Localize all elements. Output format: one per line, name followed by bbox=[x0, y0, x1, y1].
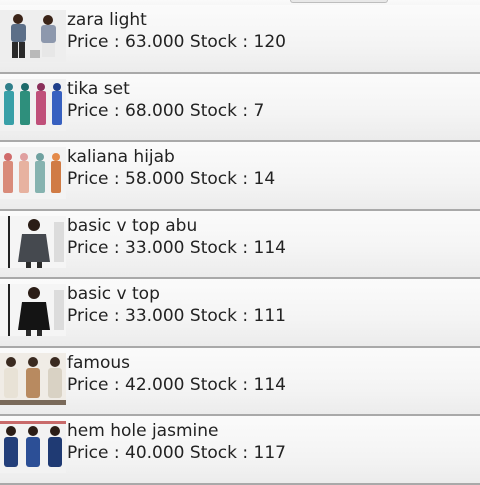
product-row[interactable]: basic v top Price : 33.000 Stock : 111 bbox=[0, 279, 480, 348]
product-row[interactable]: famous Price : 42.000 Stock : 114 bbox=[0, 347, 480, 416]
price-label: Price : bbox=[67, 374, 120, 395]
price-label: Price : bbox=[67, 306, 120, 326]
product-row[interactable]: basic v top abu Price : 33.000 Stock : 1… bbox=[0, 210, 480, 279]
stock-value: 7 bbox=[253, 100, 265, 121]
product-name: hem hole jasmine bbox=[67, 421, 219, 441]
product-details: Price : 63.000 Stock : 120 bbox=[67, 31, 286, 53]
stock-label: Stock : bbox=[189, 374, 249, 395]
price-value: 40.000 bbox=[125, 443, 185, 463]
stock-label: Stock : bbox=[189, 169, 249, 189]
product-thumbnail bbox=[0, 10, 66, 62]
product-row[interactable]: hem hole jasmine Price : 40.000 Stock : … bbox=[0, 416, 480, 485]
product-row[interactable]: tika set Price : 68.000 Stock : 7 bbox=[0, 73, 480, 142]
price-value: 42.000 bbox=[125, 374, 185, 395]
stock-label: Stock : bbox=[189, 443, 249, 463]
product-list: zara light Price : 63.000 Stock : 120 ti… bbox=[0, 5, 480, 485]
stock-label: Stock : bbox=[189, 32, 249, 52]
stock-value: 114 bbox=[253, 237, 286, 258]
price-value: 33.000 bbox=[125, 237, 185, 258]
product-thumbnail bbox=[0, 421, 66, 473]
stock-value: 14 bbox=[253, 169, 276, 189]
product-thumbnail bbox=[0, 147, 66, 199]
product-name: tika set bbox=[67, 78, 130, 99]
product-details: Price : 40.000 Stock : 117 bbox=[67, 442, 286, 464]
product-details: Price : 33.000 Stock : 111 bbox=[67, 305, 286, 327]
product-name: famous bbox=[67, 352, 130, 373]
top-tab[interactable] bbox=[290, 0, 388, 3]
product-details: Price : 68.000 Stock : 7 bbox=[67, 100, 264, 122]
product-thumbnail bbox=[0, 78, 66, 131]
product-row[interactable]: kaliana hijab Price : 58.000 Stock : 14 bbox=[0, 142, 480, 211]
stock-label: Stock : bbox=[189, 306, 249, 326]
price-label: Price : bbox=[67, 169, 120, 189]
product-thumbnail bbox=[0, 284, 66, 336]
product-name: basic v top abu bbox=[67, 215, 198, 236]
product-thumbnail bbox=[0, 215, 66, 268]
price-value: 58.000 bbox=[125, 169, 185, 189]
price-label: Price : bbox=[67, 100, 120, 121]
product-name: basic v top bbox=[67, 284, 160, 304]
product-details: Price : 58.000 Stock : 14 bbox=[67, 168, 275, 190]
stock-value: 111 bbox=[253, 306, 286, 326]
price-value: 68.000 bbox=[125, 100, 185, 121]
product-row[interactable]: zara light Price : 63.000 Stock : 120 bbox=[0, 5, 480, 74]
stock-value: 114 bbox=[253, 374, 286, 395]
product-details: Price : 33.000 Stock : 114 bbox=[67, 237, 286, 259]
product-details: Price : 42.000 Stock : 114 bbox=[67, 374, 286, 396]
price-label: Price : bbox=[67, 443, 120, 463]
stock-value: 120 bbox=[253, 32, 286, 52]
price-value: 33.000 bbox=[125, 306, 185, 326]
stock-label: Stock : bbox=[189, 100, 249, 121]
stock-value: 117 bbox=[253, 443, 286, 463]
product-thumbnail bbox=[0, 352, 66, 405]
price-value: 63.000 bbox=[125, 32, 185, 52]
price-label: Price : bbox=[67, 32, 120, 52]
product-name: zara light bbox=[67, 10, 147, 30]
stock-label: Stock : bbox=[189, 237, 249, 258]
product-name: kaliana hijab bbox=[67, 147, 175, 167]
price-label: Price : bbox=[67, 237, 120, 258]
